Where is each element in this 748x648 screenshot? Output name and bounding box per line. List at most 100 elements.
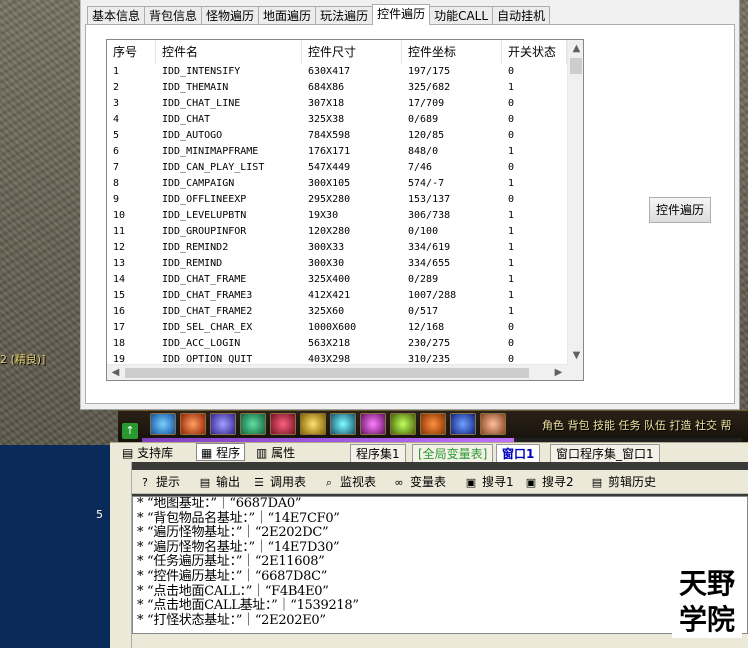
horizontal-scrollbar[interactable]: ◀ ▶: [107, 364, 567, 380]
tab-properties[interactable]: ▥ 属性: [252, 444, 299, 462]
table-row[interactable]: 11 IDD_GROUPINFOR 120X280 0/100 1: [107, 224, 567, 240]
column-header[interactable]: 序号: [107, 40, 156, 64]
variable-table-button[interactable]: ∞ 变量表: [392, 473, 446, 491]
table-cell: IDD_CHAT_FRAME3: [162, 290, 253, 301]
clip-history-button[interactable]: ▤ 剪辑历史: [590, 473, 656, 491]
chevron-down-icon[interactable]: ▼: [568, 347, 583, 364]
table-row[interactable]: 10 IDD_LEVELUPBTN 19X30 306/738 1: [107, 208, 567, 224]
table-cell: 0/517: [408, 306, 439, 317]
skill-slot[interactable]: [330, 413, 356, 435]
table-row[interactable]: 6 IDD_MINIMAPFRAME 176X171 848/0 1: [107, 144, 567, 160]
table-cell: IDD_CHAT_FRAME2: [162, 306, 253, 317]
skill-slot[interactable]: [360, 413, 386, 435]
table-row[interactable]: 12 IDD_REMIND2 300X33 334/619 1: [107, 240, 567, 256]
game-menu-labels[interactable]: 角色 背包 技能 任务 队伍 打造 社交 帮: [542, 417, 731, 433]
skill-slot[interactable]: [300, 413, 326, 435]
tab-7[interactable]: 自动挂机: [492, 6, 551, 25]
chevron-right-icon[interactable]: ▶: [550, 365, 567, 380]
table-row[interactable]: 19 IDD_OPTION_QUIT 403X298 310/235 0: [107, 352, 567, 364]
table-cell: 153/137: [408, 194, 451, 205]
skill-slot[interactable]: [180, 413, 206, 435]
table-cell: 848/0: [408, 146, 439, 157]
scroll-thumb[interactable]: [570, 58, 582, 74]
call-table-button[interactable]: ☰ 调用表: [252, 473, 306, 491]
table-cell: IDD_CAN_PLAY_LIST: [162, 162, 265, 173]
skill-slot[interactable]: [480, 413, 506, 435]
output-line: * “打怪状态基址：”｜“2E202E0”: [137, 612, 326, 628]
table-cell: 547X449: [308, 162, 351, 173]
output-panel[interactable]: * “地图基址：”｜“6687DA0” * “背包物品名基址：”｜“14E7CF0…: [132, 496, 748, 634]
table-cell: IDD_THEMAIN: [162, 82, 229, 93]
table-row[interactable]: 2 IDD_THEMAIN 684X86 325/682 1: [107, 80, 567, 96]
table-row[interactable]: 17 IDD_SEL_CHAR_EX 1000X600 12/168 0: [107, 320, 567, 336]
column-header[interactable]: 控件名: [156, 40, 302, 64]
tab-support-library[interactable]: ▤ 支持库: [118, 444, 177, 462]
search-icon: ▣: [465, 476, 477, 489]
table-row[interactable]: 18 IDD_ACC_LOGIN 563X218 230/275 0: [107, 336, 567, 352]
skill-slot[interactable]: [420, 413, 446, 435]
tab-1[interactable]: 背包信息: [144, 6, 203, 25]
table-row[interactable]: 4 IDD_CHAT 325X38 0/689 0: [107, 112, 567, 128]
chevron-up-icon[interactable]: ▲: [568, 40, 583, 57]
search1-button[interactable]: ▣ 搜寻1: [464, 473, 514, 491]
tab-3[interactable]: 地面遍历: [258, 6, 317, 25]
column-header[interactable]: 控件坐标: [402, 40, 502, 64]
table-row[interactable]: 5 IDD_AUTOGO 784X598 120/85 0: [107, 128, 567, 144]
table-cell: 0/689: [408, 114, 439, 125]
tab-2[interactable]: 怪物遍历: [201, 6, 260, 25]
list-body: 1 IDD_INTENSIFY 630X417 197/175 0 2 IDD_THEMAI…: [107, 64, 567, 364]
table-row[interactable]: 15 IDD_CHAT_FRAME3 412X421 1007/288 1: [107, 288, 567, 304]
tab-label: 支持库: [137, 446, 174, 460]
arrow-up-icon[interactable]: ↑: [122, 423, 138, 439]
tab-6[interactable]: 功能CALL: [429, 6, 494, 25]
table-row[interactable]: 7 IDD_CAN_PLAY_LIST 547X449 7/46 0: [107, 160, 567, 176]
control-enum-button[interactable]: 控件遍历: [649, 197, 711, 223]
skill-slot[interactable]: [270, 413, 296, 435]
table-cell: 197/175: [408, 66, 451, 77]
magnifier-icon: ⌕: [325, 476, 333, 489]
table-cell: 0: [508, 194, 515, 205]
output-button[interactable]: ▤ 输出: [198, 473, 240, 491]
table-row[interactable]: 13 IDD_REMIND 300X30 334/655 1: [107, 256, 567, 272]
scroll-thumb[interactable]: [125, 368, 529, 378]
table-cell: 12/168: [408, 322, 445, 333]
tab-5[interactable]: 控件遍历: [372, 4, 431, 25]
search2-button[interactable]: ▣ 搜寻2: [524, 473, 574, 491]
doc-tab-assembly[interactable]: 程序集1: [350, 444, 406, 462]
table-row[interactable]: 3 IDD_CHAT_LINE 307X18 17/709 0: [107, 96, 567, 112]
control-list[interactable]: 序号 控件名 控件尺寸 控件坐标 开关状态 1 IDD_INTENSIFY 630X417 1…: [106, 39, 584, 381]
table-row[interactable]: 16 IDD_CHAT_FRAME2 325X60 0/517 1: [107, 304, 567, 320]
table-row[interactable]: 14 IDD_CHAT_FRAME 325X400 0/289 1: [107, 272, 567, 288]
table-cell: 0: [508, 162, 515, 173]
skill-slot[interactable]: [240, 413, 266, 435]
tab-4[interactable]: 玩法遍历: [315, 6, 374, 25]
skill-slot[interactable]: [390, 413, 416, 435]
doc-tab-window[interactable]: 窗口1: [496, 444, 541, 462]
table-row[interactable]: 1 IDD_INTENSIFY 630X417 197/175 0: [107, 64, 567, 80]
column-header[interactable]: 控件尺寸: [302, 40, 402, 64]
doc-tab-globals[interactable]: [全局变量表]: [412, 444, 494, 462]
output-line: * “控件遍历基址：”｜“6687D8C”: [137, 568, 328, 584]
watch-table-button[interactable]: ⌕ 监视表: [322, 473, 376, 491]
doc-tab-window-assembly[interactable]: 窗口程序集_窗口1: [550, 444, 660, 462]
table-cell: IDD_CHAT_LINE: [162, 98, 241, 109]
column-header[interactable]: 开关状态: [502, 40, 567, 64]
skill-slot[interactable]: [450, 413, 476, 435]
tab-0[interactable]: 基本信息: [87, 6, 146, 25]
table-cell: 17/709: [408, 98, 445, 109]
glasses-icon: ∞: [394, 476, 404, 489]
table-row[interactable]: 9 IDD_OFFLINEEXP 295X280 153/137 0: [107, 192, 567, 208]
tab-page-control-enum: 序号 控件名 控件尺寸 控件坐标 开关状态 1 IDD_INTENSIFY 630X417 1…: [85, 24, 735, 404]
chevron-left-icon[interactable]: ◀: [107, 365, 124, 380]
tip-button[interactable]: ? 提示: [138, 473, 180, 491]
table-cell: 1: [508, 178, 515, 189]
output-line: * “点击地面CALL：”｜“F4B4E0”: [137, 583, 329, 599]
table-row[interactable]: 8 IDD_CAMPAIGN 300X105 574/-7 1: [107, 176, 567, 192]
table-cell: 1: [508, 210, 515, 221]
table-cell: IDD_REMIND: [162, 258, 223, 269]
skill-slot[interactable]: [150, 413, 176, 435]
table-cell: 0/289: [408, 274, 439, 285]
vertical-scrollbar[interactable]: ▲ ▼: [567, 40, 583, 364]
tab-program[interactable]: ▦ 程序: [196, 443, 246, 461]
skill-slot[interactable]: [210, 413, 236, 435]
